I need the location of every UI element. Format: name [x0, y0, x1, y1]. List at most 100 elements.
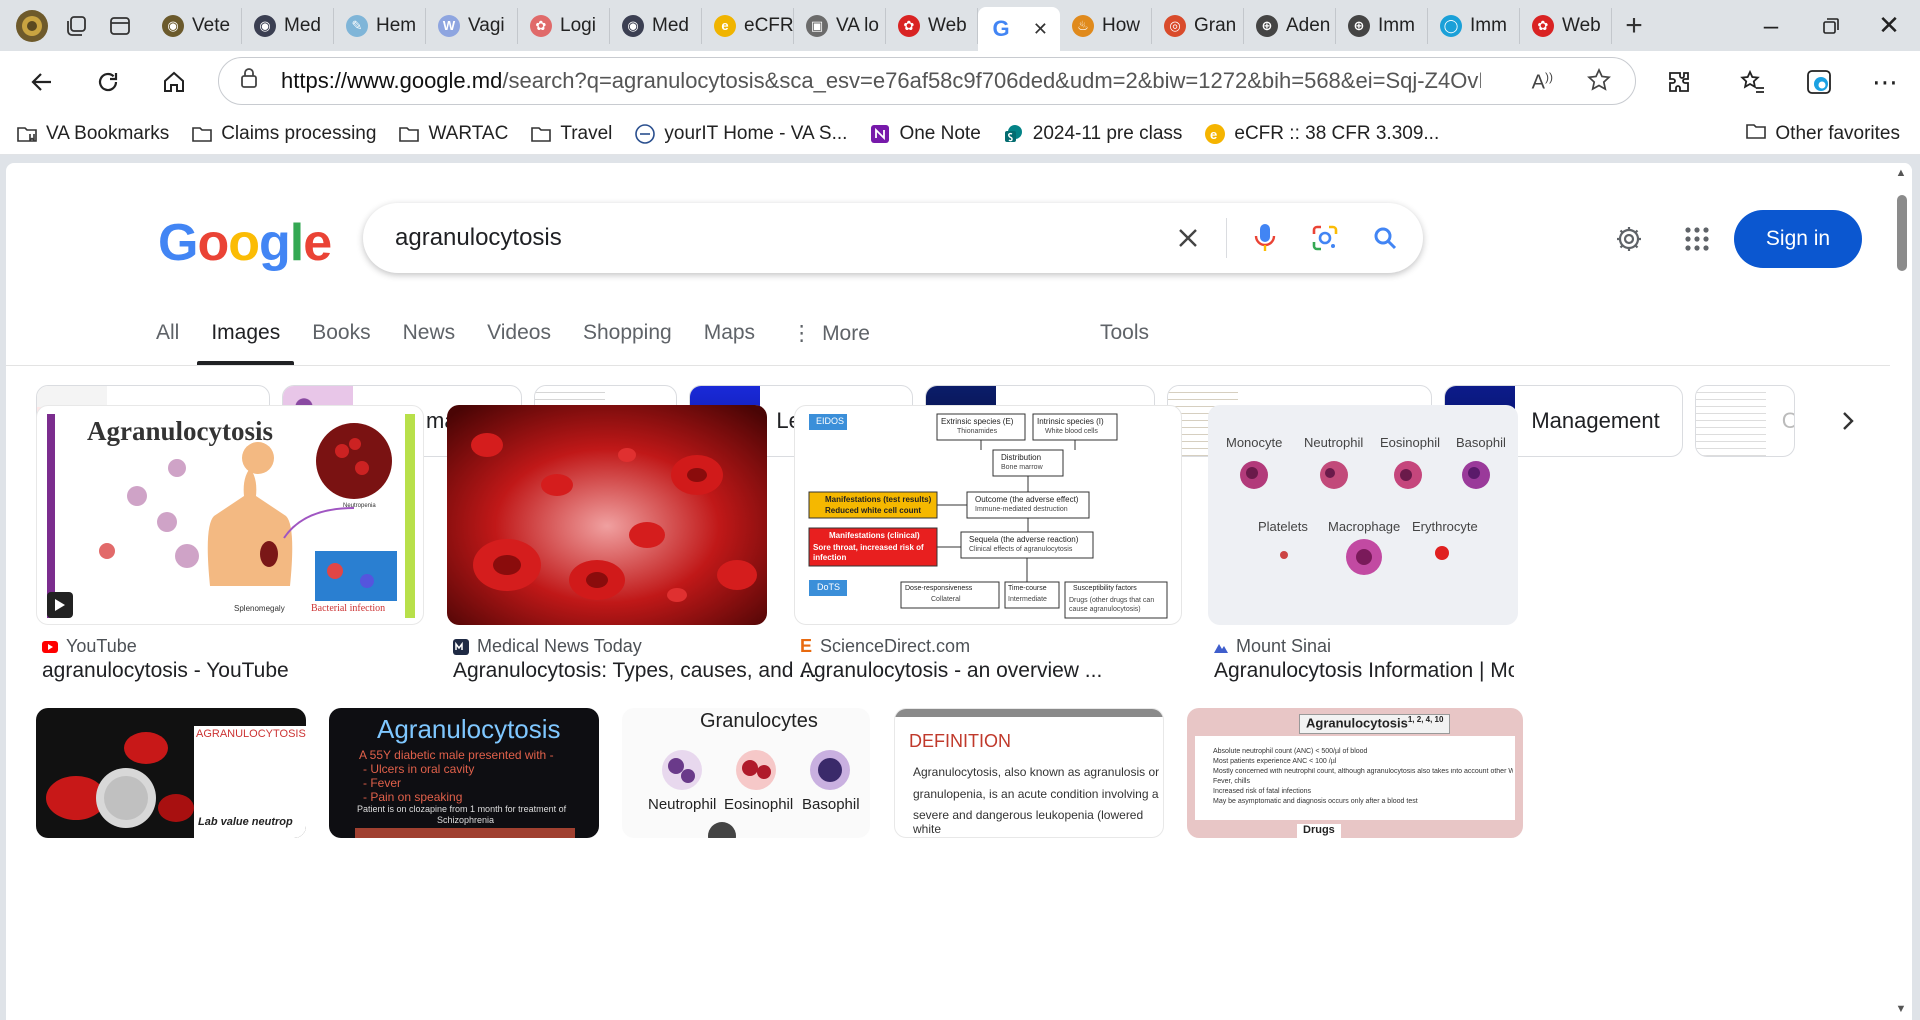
result-thumbnail[interactable]: EIDOS DoTS Extrinsic species (E) Thionam…: [794, 405, 1182, 625]
tab-videos[interactable]: Videos: [487, 313, 551, 365]
refresh-button[interactable]: [80, 57, 136, 107]
lens-search-icon[interactable]: [1295, 208, 1355, 268]
bookmark-item[interactable]: Claims processing: [191, 123, 376, 145]
search-submit-icon[interactable]: [1355, 208, 1415, 268]
result-source[interactable]: Medical News Today: [453, 636, 642, 657]
browser-tab[interactable]: ⊕ Imm: [1336, 7, 1428, 44]
browser-tab[interactable]: ▣ VA lo: [794, 7, 886, 44]
close-tab-icon[interactable]: ✕: [1033, 19, 1048, 40]
result-thumbnail[interactable]: Agranulocytosis Splenomegaly Bacterial i…: [36, 405, 424, 625]
thumbnail-title: Agranulocytosis1, 2, 4, 10: [1299, 714, 1451, 734]
bookmark-item[interactable]: yourIT Home - VA S...: [634, 123, 847, 145]
back-button[interactable]: [14, 57, 70, 107]
tab-label: Aden: [1286, 14, 1331, 36]
tab-label: Vagi: [468, 14, 505, 36]
browser-tab[interactable]: ♨ How: [1060, 7, 1152, 44]
result-title[interactable]: Agranulocytosis - an overview ...: [800, 659, 1180, 683]
browser-tab[interactable]: ✎ Hem: [334, 7, 426, 44]
diagram-label: Distribution: [1001, 453, 1042, 462]
restore-button[interactable]: [1800, 0, 1862, 51]
page-scrollbar[interactable]: ▲ ▼: [1890, 163, 1912, 1020]
scroll-up-icon[interactable]: ▲: [1895, 167, 1907, 179]
thumbnail-text: Most patients experience ANC < 100 /µl: [1213, 758, 1337, 765]
tab-actions-icon[interactable]: [98, 6, 142, 46]
diagram-label: Reduced white cell count: [825, 506, 922, 515]
result-source[interactable]: Mount Sinai: [1214, 636, 1331, 657]
url-field[interactable]: https://www.google.md/search?q=agranuloc…: [218, 57, 1636, 105]
search-input[interactable]: agranulocytosis: [395, 224, 1158, 252]
extensions-icon[interactable]: [1654, 57, 1704, 107]
browser-tab[interactable]: G ✕: [978, 7, 1060, 51]
other-favorites[interactable]: Other favorites: [1745, 113, 1900, 155]
related-chip[interactable]: C: [1694, 385, 1795, 457]
result-thumbnail[interactable]: [447, 405, 767, 625]
tab-images[interactable]: Images: [197, 313, 295, 365]
diagram-label: Immune-mediated destruction: [975, 506, 1068, 513]
result-title[interactable]: agranulocytosis - YouTube: [42, 659, 422, 683]
lock-icon[interactable]: [239, 67, 259, 95]
chips-next-icon[interactable]: [1828, 401, 1868, 441]
clear-search-icon[interactable]: [1158, 208, 1218, 268]
result-thumbnail[interactable]: Agranulocytosis1, 2, 4, 10 Absolute neut…: [1187, 708, 1523, 838]
browser-tab[interactable]: ◉ Med: [242, 7, 334, 44]
tab-more[interactable]: ⋮ More: [791, 313, 870, 365]
settings-gear-icon[interactable]: [1604, 214, 1654, 264]
browser-tab[interactable]: ✿ Web: [886, 7, 978, 44]
tab-label: Vete: [192, 14, 231, 36]
close-window-button[interactable]: ✕: [1858, 0, 1920, 51]
result-title[interactable]: Agranulocytosis: Types, causes, and ...: [453, 659, 833, 683]
result-thumbnail[interactable]: Monocyte Neutrophil Eosinophil Basophil …: [1208, 405, 1518, 625]
tab-label: Web: [1562, 14, 1601, 36]
result-thumbnail[interactable]: Agranulocytosis A 55Y diabetic male pres…: [329, 708, 599, 838]
tab-books[interactable]: Books: [312, 313, 370, 365]
browser-tab[interactable]: ✿ Web: [1520, 7, 1612, 44]
result-source[interactable]: E ScienceDirect.com: [800, 636, 970, 657]
browser-tab[interactable]: ◉ Vete: [150, 7, 242, 44]
browser-tab[interactable]: e eCFR: [702, 7, 794, 44]
settings-more-icon[interactable]: ⋯: [1860, 57, 1910, 107]
result-source[interactable]: YouTube: [42, 636, 137, 657]
e-icon: e: [714, 14, 736, 37]
result-thumbnail[interactable]: DEFINITION Agranulocytosis, also known a…: [894, 708, 1164, 838]
voice-search-icon[interactable]: [1235, 208, 1295, 268]
home-button[interactable]: [146, 57, 202, 107]
browser-tab[interactable]: W Vagi: [426, 7, 518, 44]
copilot-edge-icon[interactable]: [1794, 57, 1844, 107]
bookmark-item[interactable]: One Note: [869, 123, 981, 145]
bookmark-item[interactable]: e eCFR :: 38 CFR 3.309...: [1204, 123, 1439, 145]
bookmark-item[interactable]: WARTAC: [398, 123, 508, 145]
workspaces-icon[interactable]: [54, 6, 98, 46]
favorites-icon[interactable]: [1728, 57, 1778, 107]
browser-tab[interactable]: ✿ Logi: [518, 7, 610, 44]
browser-tab[interactable]: ⊕ Aden: [1244, 7, 1336, 44]
read-aloud-icon[interactable]: A)): [1532, 70, 1553, 95]
minimize-button[interactable]: –: [1740, 0, 1802, 51]
google-logo[interactable]: Google: [158, 213, 332, 273]
browser-tab[interactable]: ◎ Gran: [1152, 7, 1244, 44]
search-box[interactable]: agranulocytosis: [363, 203, 1423, 273]
bookmark-item[interactable]: VA Bookmarks: [16, 123, 169, 145]
thumbnail-header-bar: [895, 709, 1163, 717]
scroll-down-icon[interactable]: ▼: [1895, 1003, 1907, 1015]
new-tab-button[interactable]: +: [1612, 6, 1656, 46]
tab-news[interactable]: News: [403, 313, 456, 365]
tab-strip: ◉ Vete ◉ Med ✎ Hem W Vagi ✿ Logi ◉ Med e eCFR ▣ VA lo ✿ W…: [0, 0, 1920, 51]
diagram-label: Drugs (other drugs that can cause agranu…: [1069, 597, 1155, 613]
browser-tab[interactable]: ◯ Imm: [1428, 7, 1520, 44]
tab-maps[interactable]: Maps: [704, 313, 755, 365]
result-thumbnail[interactable]: Granulocytes Neutrophil Eosinophil Basop…: [622, 708, 870, 838]
tab-all[interactable]: All: [156, 313, 179, 365]
bookmark-item[interactable]: Travel: [530, 123, 612, 145]
browser-tab[interactable]: ◉ Med: [610, 7, 702, 44]
sign-in-button[interactable]: Sign in: [1734, 210, 1862, 268]
scrollbar-thumb[interactable]: [1897, 195, 1907, 271]
profile-avatar[interactable]: [10, 6, 54, 46]
favorite-star-icon[interactable]: [1587, 67, 1611, 98]
tab-label: Gran: [1194, 14, 1237, 36]
tab-shopping[interactable]: Shopping: [583, 313, 672, 365]
result-title[interactable]: Agranulocytosis Information | Mount...: [1214, 659, 1514, 683]
tools-button[interactable]: Tools: [1100, 321, 1149, 345]
bookmark-item[interactable]: 2024-11 pre class: [1003, 123, 1182, 145]
apps-grid-icon[interactable]: [1672, 214, 1722, 264]
result-thumbnail[interactable]: AGRANULOCYTOSIS Lab value neutrop: [36, 708, 306, 838]
